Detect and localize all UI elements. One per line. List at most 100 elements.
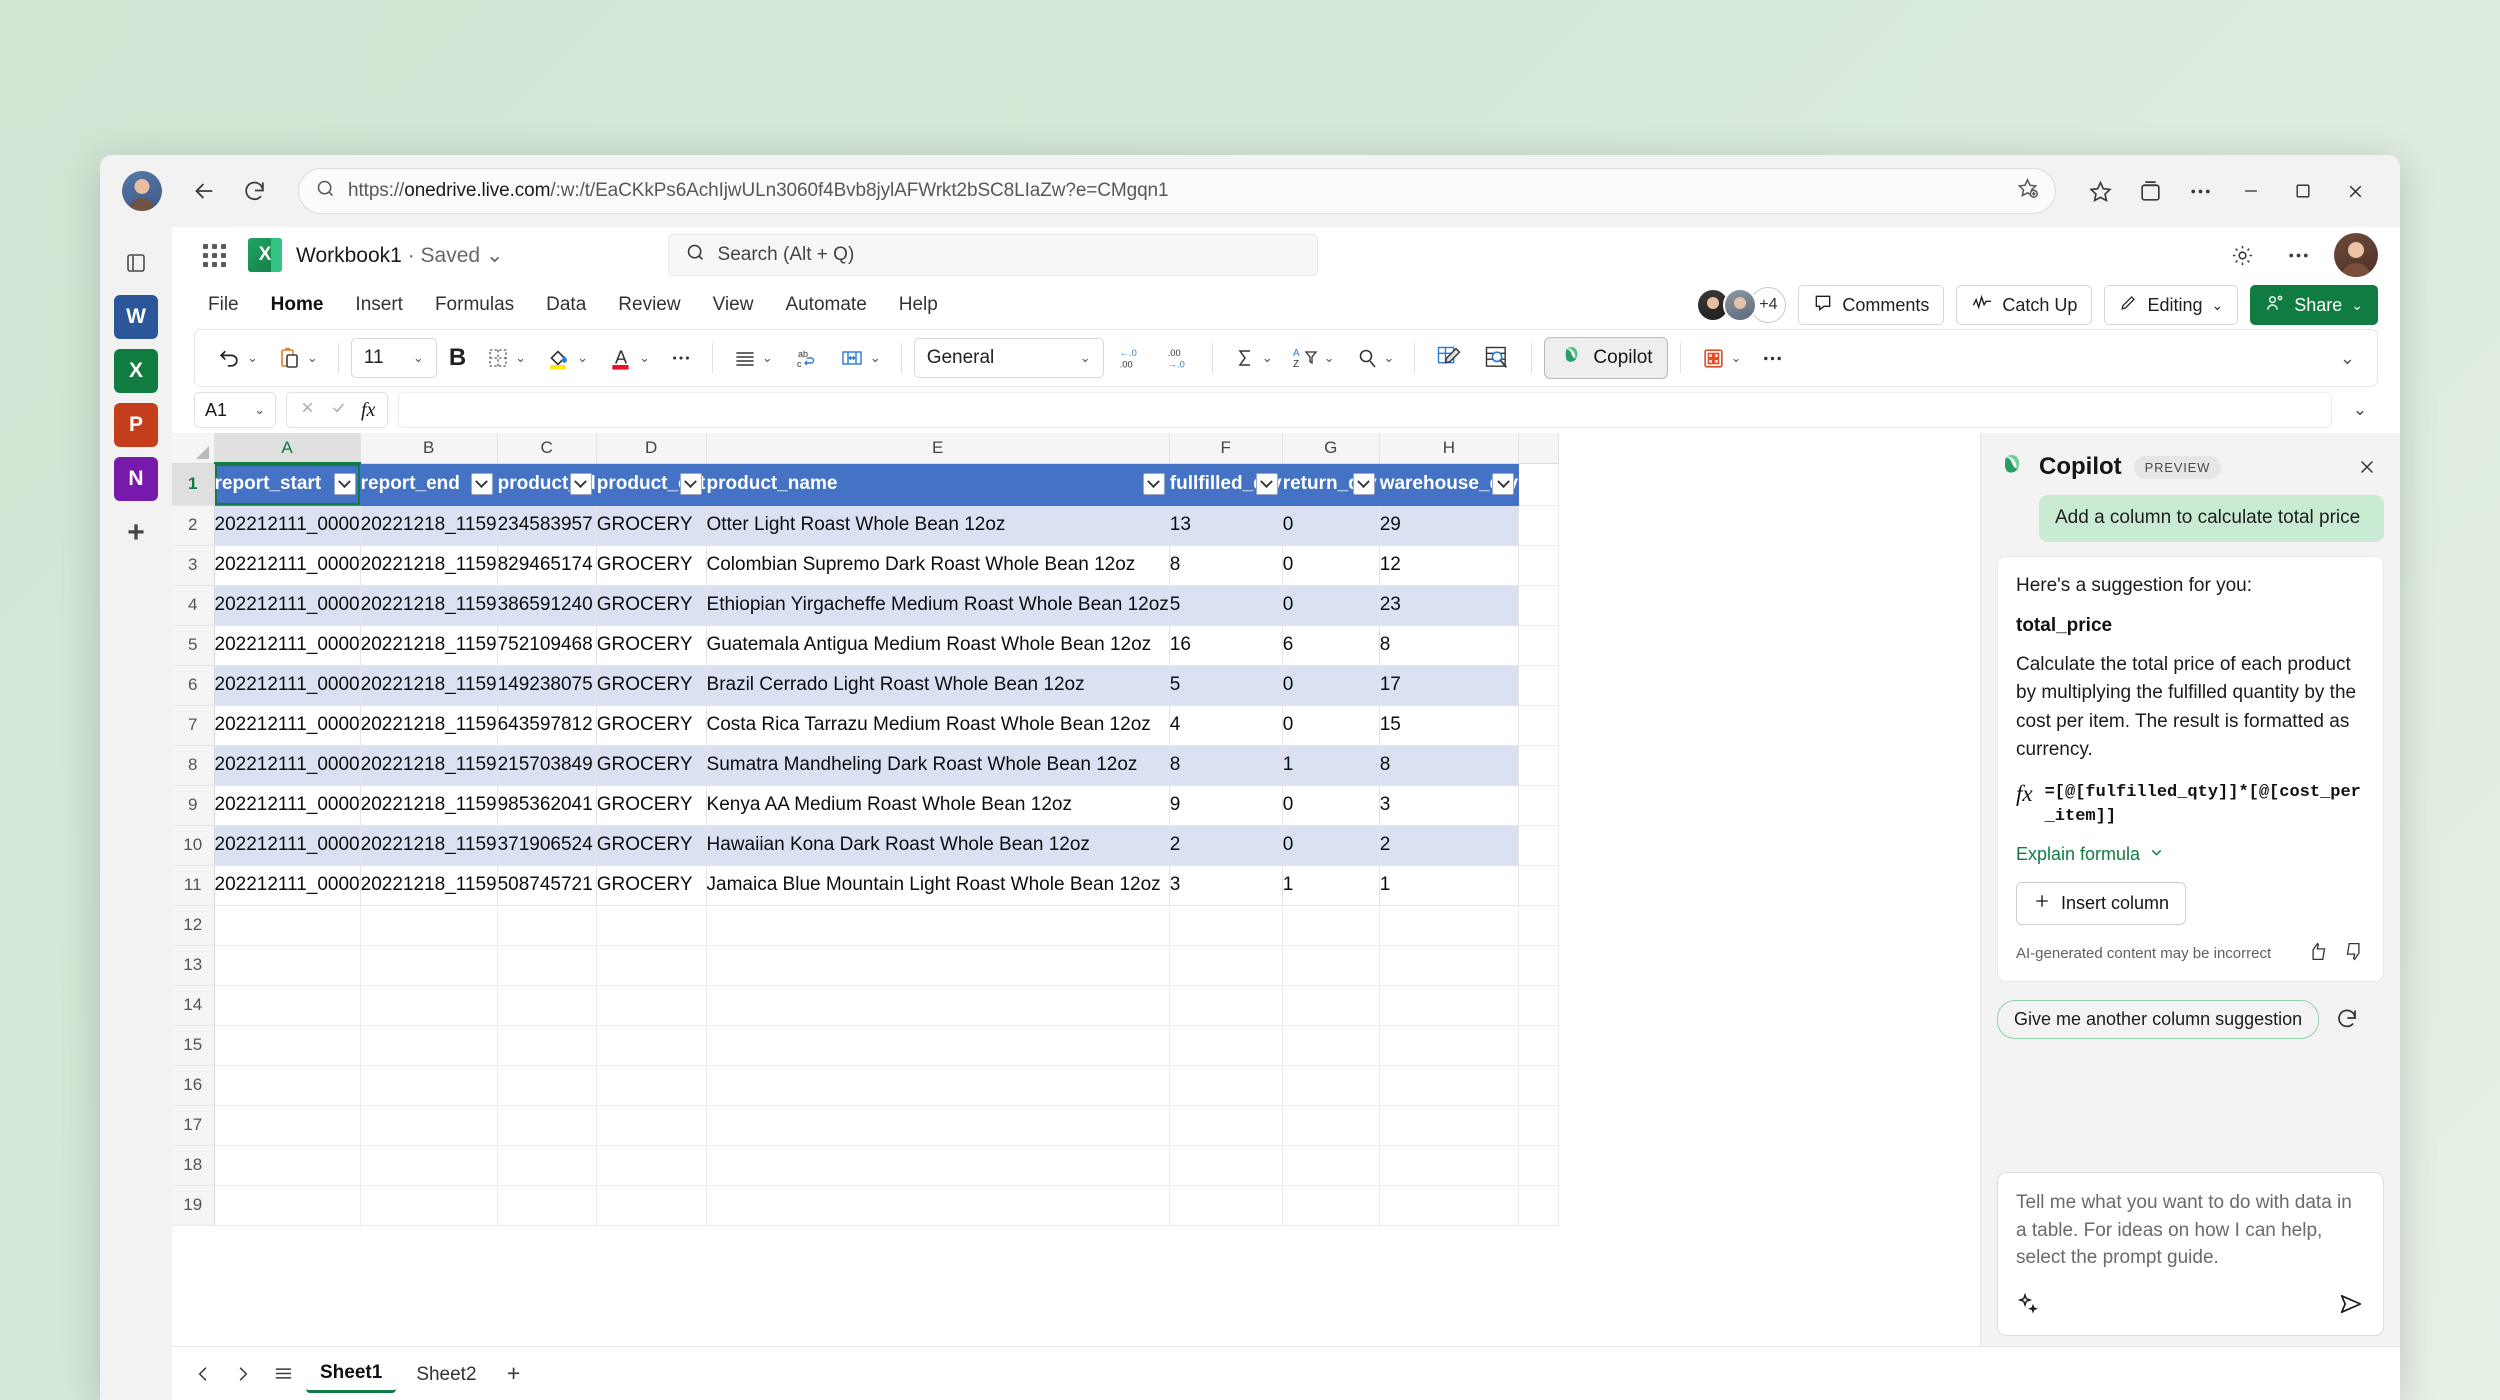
cell-H2[interactable]: 29 xyxy=(1379,505,1520,546)
tab-help[interactable]: Help xyxy=(885,288,952,322)
cell-empty[interactable] xyxy=(360,1065,498,1106)
select-all-corner[interactable] xyxy=(172,433,215,464)
cell-D3[interactable]: GROCERY xyxy=(596,545,707,586)
cell-empty[interactable] xyxy=(1379,985,1520,1026)
cell-C4[interactable]: 386591240 xyxy=(497,585,597,626)
cell-empty[interactable] xyxy=(1282,945,1380,986)
cell-B10[interactable]: 20221218_1159 xyxy=(360,825,498,866)
cell-E5[interactable]: Guatemala Antigua Medium Roast Whole Bea… xyxy=(706,625,1170,666)
cell-empty[interactable] xyxy=(1169,1105,1283,1146)
cell-empty[interactable] xyxy=(596,945,707,986)
comments-button[interactable]: Comments xyxy=(1798,285,1945,325)
column-header-d[interactable]: D xyxy=(596,433,707,464)
cell-empty[interactable] xyxy=(1169,945,1283,986)
insert-column-button[interactable]: Insert column xyxy=(2016,881,2187,925)
empty-row[interactable]: 19 xyxy=(172,1185,1560,1226)
copilot-composer[interactable]: Tell me what you want to do with data in… xyxy=(1997,1172,2384,1336)
header-more-icon[interactable] xyxy=(2278,235,2318,275)
fill-color-button[interactable]: ⌄ xyxy=(538,338,596,378)
send-message-button[interactable] xyxy=(2337,1290,2365,1323)
cell-A11[interactable]: 202212111_0000 xyxy=(214,865,361,906)
cell-H8[interactable]: 8 xyxy=(1379,745,1520,786)
row-header-5[interactable]: 5 xyxy=(172,625,215,666)
cell-B4[interactable]: 20221218_1159 xyxy=(360,585,498,626)
cell-C6[interactable]: 149238075 xyxy=(497,665,597,706)
minimize-button[interactable] xyxy=(2228,169,2274,213)
formula-input[interactable] xyxy=(398,392,2332,428)
sheet-tab-sheet1[interactable]: Sheet1 xyxy=(306,1354,397,1393)
table-header-report_end[interactable]: report_end xyxy=(360,463,498,506)
accept-formula-icon[interactable] xyxy=(330,399,347,421)
close-window-button[interactable] xyxy=(2332,169,2378,213)
cell-empty[interactable] xyxy=(1379,1185,1520,1226)
cell-empty[interactable] xyxy=(706,1185,1170,1226)
cell-empty[interactable] xyxy=(596,1145,707,1186)
table-row[interactable]: 11 202212111_0000 20221218_1159 508745721 GR… xyxy=(172,865,1560,906)
cell-empty[interactable] xyxy=(1518,985,1560,1026)
row-header-2[interactable]: 2 xyxy=(172,505,215,546)
previous-sheet-button[interactable] xyxy=(186,1357,220,1391)
cell-F3[interactable]: 8 xyxy=(1169,545,1283,586)
cell-empty[interactable] xyxy=(214,1025,361,1066)
column-header-h[interactable]: H xyxy=(1379,433,1520,464)
cell-E3[interactable]: Colombian Supremo Dark Roast Whole Bean … xyxy=(706,545,1170,586)
chevron-down-icon[interactable]: ⌄ xyxy=(307,350,318,366)
autosum-button[interactable]: ⌄ xyxy=(1225,338,1281,378)
cell-C10[interactable]: 371906524 xyxy=(497,825,597,866)
table-header-product_cat[interactable]: product_cat xyxy=(596,463,707,506)
settings-gear-icon[interactable] xyxy=(2222,235,2262,275)
search-input[interactable]: Search (Alt + Q) xyxy=(667,234,1318,276)
cell-empty[interactable] xyxy=(1379,1105,1520,1146)
tab-home[interactable]: Home xyxy=(257,288,338,322)
chevron-down-icon[interactable]: ⌄ xyxy=(639,350,650,366)
table-row[interactable]: 6 202212111_0000 20221218_1159 149238075 GRO… xyxy=(172,665,1560,706)
cell-empty[interactable] xyxy=(1169,1145,1283,1186)
cell-empty[interactable] xyxy=(596,1105,707,1146)
cell-empty[interactable] xyxy=(706,945,1170,986)
table-row[interactable]: 5 202212111_0000 20221218_1159 752109468 GRO… xyxy=(172,625,1560,666)
cell-D8[interactable]: GROCERY xyxy=(596,745,707,786)
collaborator-avatars[interactable]: +4 xyxy=(1696,287,1787,323)
copilot-sidebar-icon[interactable] xyxy=(114,241,158,285)
catch-up-button[interactable]: Catch Up xyxy=(1956,285,2093,325)
cell-D11[interactable]: GROCERY xyxy=(596,865,707,906)
table-row[interactable]: 9 202212111_0000 20221218_1159 985362041 GRO… xyxy=(172,785,1560,826)
wrap-text-button[interactable]: ab c xyxy=(785,338,827,378)
cell-C3[interactable]: 829465174 xyxy=(497,545,597,586)
chevron-down-icon[interactable]: ⌄ xyxy=(577,350,588,366)
cell-empty[interactable] xyxy=(1518,665,1560,706)
undo-button[interactable]: ⌄ xyxy=(209,338,266,378)
cell-C7[interactable]: 643597812 xyxy=(497,705,597,746)
cell-empty[interactable] xyxy=(596,905,707,946)
chevron-down-icon[interactable]: ⌄ xyxy=(1384,350,1395,366)
cell-F8[interactable]: 8 xyxy=(1169,745,1283,786)
cell-A2[interactable]: 202212111_0000 xyxy=(214,505,361,546)
explain-formula-toggle[interactable]: Explain formula xyxy=(2016,844,2365,866)
cell-empty[interactable] xyxy=(596,985,707,1026)
cell-empty[interactable] xyxy=(1518,905,1560,946)
column-header-a[interactable]: A xyxy=(214,433,361,464)
filter-dropdown-icon[interactable] xyxy=(1142,473,1165,495)
browser-profile-avatar[interactable] xyxy=(122,171,162,211)
cell-B7[interactable]: 20221218_1159 xyxy=(360,705,498,746)
tab-data[interactable]: Data xyxy=(532,288,600,322)
column-header-e[interactable]: E xyxy=(706,433,1170,464)
cell-empty[interactable] xyxy=(1518,1025,1560,1066)
cell-empty[interactable] xyxy=(1518,745,1560,786)
column-header-g[interactable]: G xyxy=(1282,433,1380,464)
cell-H5[interactable]: 8 xyxy=(1379,625,1520,666)
cell-G3[interactable]: 0 xyxy=(1282,545,1380,586)
cell-G6[interactable]: 0 xyxy=(1282,665,1380,706)
all-sheets-button[interactable] xyxy=(266,1357,300,1391)
data-from-picture-button[interactable] xyxy=(1475,338,1519,378)
cell-empty[interactable] xyxy=(596,1025,707,1066)
maximize-button[interactable] xyxy=(2280,169,2326,213)
row-header-14[interactable]: 14 xyxy=(172,985,215,1026)
paste-button[interactable]: ⌄ xyxy=(270,338,326,378)
cell-empty[interactable] xyxy=(1518,1185,1560,1226)
tab-formulas[interactable]: Formulas xyxy=(421,288,528,322)
close-copilot-button[interactable] xyxy=(2350,450,2384,484)
chevron-down-icon[interactable]: ⌄ xyxy=(486,244,504,267)
cell-E4[interactable]: Ethiopian Yirgacheffe Medium Roast Whole… xyxy=(706,585,1170,626)
cell-empty[interactable] xyxy=(360,985,498,1026)
